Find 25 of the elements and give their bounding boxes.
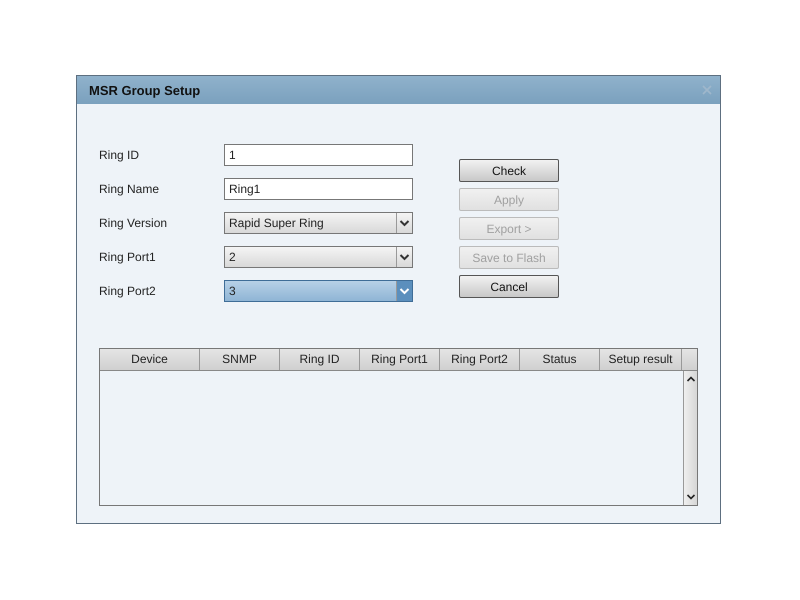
field-label: Ring Port2: [99, 284, 157, 298]
dropdown[interactable]: 2: [224, 246, 413, 268]
column-header[interactable]: Ring Port1: [360, 349, 440, 370]
scrollbar[interactable]: [683, 371, 697, 505]
column-header[interactable]: Setup result: [600, 349, 682, 370]
column-header[interactable]: SNMP: [200, 349, 280, 370]
action-button[interactable]: Check: [459, 159, 559, 182]
caret-icon: [396, 213, 412, 233]
header-corner: [682, 349, 697, 370]
field-label: Ring Name: [99, 182, 160, 196]
column-header[interactable]: Ring Port2: [440, 349, 520, 370]
dropdown[interactable]: 3: [224, 280, 413, 302]
text-field[interactable]: Ring1: [224, 178, 413, 200]
column-header[interactable]: Ring ID: [280, 349, 360, 370]
field-label: Ring Port1: [99, 250, 157, 264]
field-label: Ring Version: [99, 216, 168, 230]
action-button[interactable]: Cancel: [459, 275, 559, 298]
text-field[interactable]: 1: [224, 144, 413, 166]
dropdown[interactable]: Rapid Super Ring: [224, 212, 413, 234]
dialog-title: MSR Group Setup: [89, 82, 200, 98]
column-header[interactable]: Status: [520, 349, 600, 370]
caret-icon: [396, 281, 412, 301]
column-header[interactable]: Device: [100, 349, 200, 370]
caret-icon: [396, 247, 412, 267]
field-label: Ring ID: [99, 148, 140, 162]
